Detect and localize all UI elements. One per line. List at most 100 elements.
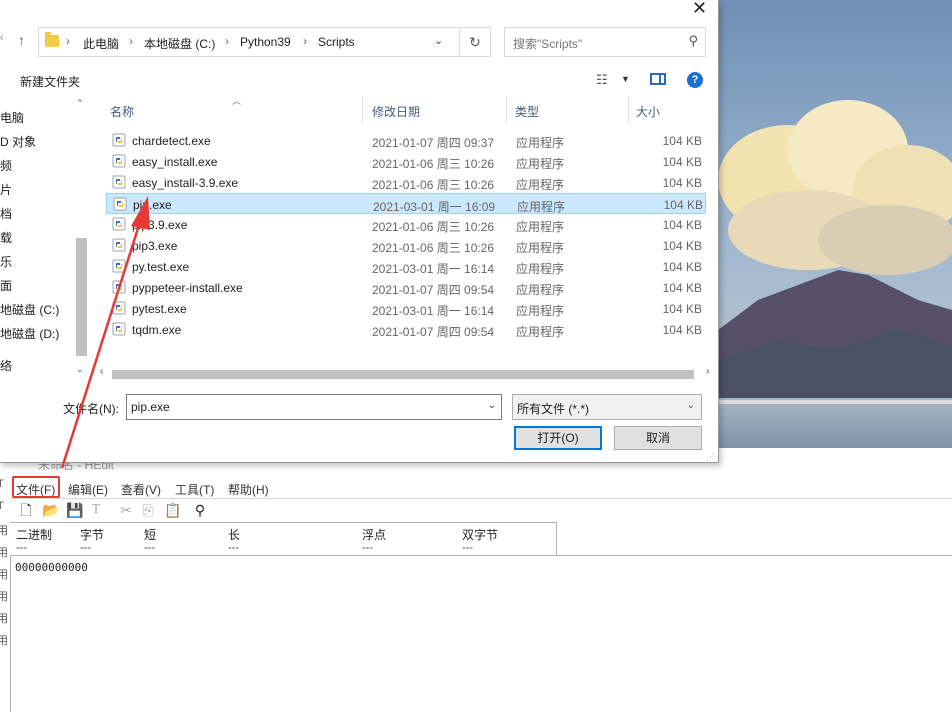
column-header-date[interactable]: 修改日期	[372, 103, 420, 120]
search-input[interactable]: 搜索"Scripts" ⚲	[504, 27, 706, 57]
col-binary: 二进制 ---	[16, 528, 53, 554]
gutter-char: 用	[0, 613, 8, 625]
column-header-size[interactable]: 大小	[636, 103, 660, 120]
refresh-button[interactable]: ↻	[459, 27, 491, 57]
nav-item-desktop[interactable]: 面	[0, 277, 12, 294]
python-exe-icon	[112, 133, 126, 147]
file-row[interactable]: pyppeteer-install.exe 2021-01-07 周四 09:54…	[106, 277, 706, 298]
file-row[interactable]: easy_install.exe 2021-01-06 周三 10:26 应用程序 1…	[106, 151, 706, 172]
annotation-highlight-box	[12, 476, 60, 498]
file-row[interactable]: easy_install-3.9.exe 2021-01-06 周三 10:26 应…	[106, 172, 706, 193]
breadcrumb-scripts[interactable]: Scripts	[318, 35, 355, 49]
help-icon[interactable]: ?	[687, 72, 703, 88]
sort-ascending-icon: ︿	[232, 96, 242, 106]
horizontal-scrollbar[interactable]: ‹ ›	[96, 366, 716, 383]
nav-item-3d-objects[interactable]: D 对象	[0, 133, 36, 150]
resize-grip-icon[interactable]: ⋰	[706, 452, 715, 463]
file-row[interactable]: pip3.exe 2021-01-06 周三 10:26 应用程序 104 KB	[106, 235, 706, 256]
column-header-type[interactable]: 类型	[515, 103, 539, 120]
chevron-up-icon[interactable]: ⌃	[76, 98, 84, 109]
recent-locations-chevron-icon[interactable]: ‹	[0, 32, 3, 43]
open-folder-icon[interactable]: 📂	[42, 502, 59, 518]
file-row[interactable]: pytest.exe 2021-03-01 周一 16:14 应用程序 104 KB	[106, 298, 706, 319]
file-size: 104 KB	[662, 281, 702, 295]
menu-edit[interactable]: 编辑(E)	[68, 481, 108, 498]
new-folder-button[interactable]: 新建文件夹	[20, 73, 80, 90]
file-row[interactable]: pip3.9.exe 2021-01-06 周三 10:26 应用程序 104 KB	[106, 214, 706, 235]
nav-item-videos[interactable]: 频	[0, 157, 12, 174]
nav-item-music[interactable]: 乐	[0, 253, 12, 270]
file-type: 应用程序	[516, 325, 565, 339]
col-double: 双字节 ---	[462, 528, 499, 554]
breadcrumb-this-pc[interactable]: 此电脑	[83, 35, 119, 52]
chevron-down-icon[interactable]: ⌄	[434, 34, 443, 47]
nav-item-documents[interactable]: 档	[0, 205, 12, 222]
hex-content-area[interactable]: 00000000000	[10, 555, 952, 712]
breadcrumb-local-disk-c[interactable]: 本地磁盘 (C:)	[144, 35, 215, 52]
close-icon[interactable]: ✕	[692, 0, 707, 19]
chevron-down-icon[interactable]: ▼	[621, 74, 630, 84]
file-date: 2021-01-07 周四 09:54	[372, 283, 495, 297]
filetype-select[interactable]: 所有文件 (*.*) ⌄	[512, 394, 702, 420]
view-options-icon[interactable]: ☷	[596, 72, 608, 88]
search-placeholder: 搜索"Scripts"	[513, 37, 583, 51]
file-type: 应用程序	[516, 283, 565, 297]
cancel-button[interactable]: 取消	[614, 426, 702, 450]
python-exe-icon	[112, 259, 126, 273]
file-date: 2021-01-06 周三 10:26	[372, 157, 495, 171]
file-size: 104 KB	[662, 218, 702, 232]
hex-editor-window: 未命名 - HEdit T T 用 用 用 用 用 用 文件(F) 编辑(E) …	[0, 448, 952, 712]
column-header-name[interactable]: 名称	[110, 103, 134, 120]
file-type: 应用程序	[516, 304, 565, 318]
new-file-icon[interactable]: 🗋	[18, 502, 34, 518]
breadcrumb-python39[interactable]: Python39	[240, 35, 291, 49]
menu-view[interactable]: 查看(V)	[121, 481, 161, 498]
nav-item-pictures[interactable]: 片	[0, 181, 12, 198]
file-size: 104 KB	[662, 176, 702, 190]
python-exe-icon	[112, 217, 126, 231]
chevron-down-icon[interactable]: ⌄	[488, 400, 496, 411]
address-bar[interactable]: › 此电脑 › 本地磁盘 (C:) › Python39 › Scripts ⌄	[38, 27, 460, 57]
text-icon[interactable]: T	[88, 502, 104, 518]
file-name: chardetect.exe	[132, 134, 211, 148]
file-row[interactable]: chardetect.exe 2021-01-07 周四 09:37 应用程序 104…	[106, 130, 706, 151]
chevron-right-icon[interactable]: ›	[706, 366, 709, 377]
horizontal-scroll-thumb[interactable]	[112, 370, 694, 379]
copy-icon[interactable]: ⎘	[140, 502, 156, 518]
nav-item-local-disk-d[interactable]: 地磁盘 (D:)	[0, 325, 59, 342]
chevron-down-icon[interactable]: ⌄	[76, 364, 84, 375]
column-divider[interactable]	[362, 96, 363, 124]
file-type: 应用程序	[516, 262, 565, 276]
nav-item-this-pc[interactable]: 电脑	[0, 109, 24, 126]
file-date: 2021-01-06 周三 10:26	[372, 241, 495, 255]
nav-item-downloads[interactable]: 载	[0, 229, 12, 246]
paste-icon[interactable]: 📋	[164, 502, 181, 518]
background-landscape-image	[718, 0, 952, 448]
column-divider[interactable]	[506, 96, 507, 124]
up-arrow-icon[interactable]: ↑	[18, 32, 25, 48]
save-icon[interactable]: 💾	[66, 502, 83, 518]
column-divider[interactable]	[628, 96, 629, 124]
hex-menubar: 文件(F) 编辑(E) 查看(V) 工具(T) 帮助(H)	[10, 476, 952, 499]
nav-scrollbar[interactable]: ⌃ ⌄	[74, 96, 89, 386]
preview-pane-icon[interactable]	[650, 73, 666, 85]
cut-icon[interactable]: ✂	[118, 502, 134, 518]
folder-icon	[45, 32, 59, 47]
file-row[interactable]: pip.exe 2021-03-01 周一 16:09 应用程序 104 KB	[106, 193, 706, 214]
menu-help[interactable]: 帮助(H)	[228, 481, 269, 498]
open-button[interactable]: 打开(O)	[514, 426, 602, 450]
find-binoculars-icon[interactable]: ⚲	[192, 502, 208, 518]
chevron-right-icon: ›	[303, 34, 307, 48]
chevron-right-icon: ›	[225, 34, 229, 48]
chevron-left-icon[interactable]: ‹	[100, 366, 103, 377]
file-row[interactable]: py.test.exe 2021-03-01 周一 16:14 应用程序 104 KB	[106, 256, 706, 277]
nav-item-network[interactable]: 络	[0, 357, 12, 374]
file-date: 2021-01-06 周三 10:26	[372, 220, 495, 234]
filename-input[interactable]: pip.exe ⌄	[126, 394, 502, 420]
file-size: 104 KB	[662, 302, 702, 316]
nav-item-local-disk-c[interactable]: 地磁盘 (C:)	[0, 301, 59, 318]
menu-tools[interactable]: 工具(T)	[175, 481, 214, 498]
nav-scroll-thumb[interactable]	[76, 238, 87, 356]
file-row[interactable]: tqdm.exe 2021-01-07 周四 09:54 应用程序 104 KB	[106, 319, 706, 340]
python-exe-icon	[112, 154, 126, 168]
